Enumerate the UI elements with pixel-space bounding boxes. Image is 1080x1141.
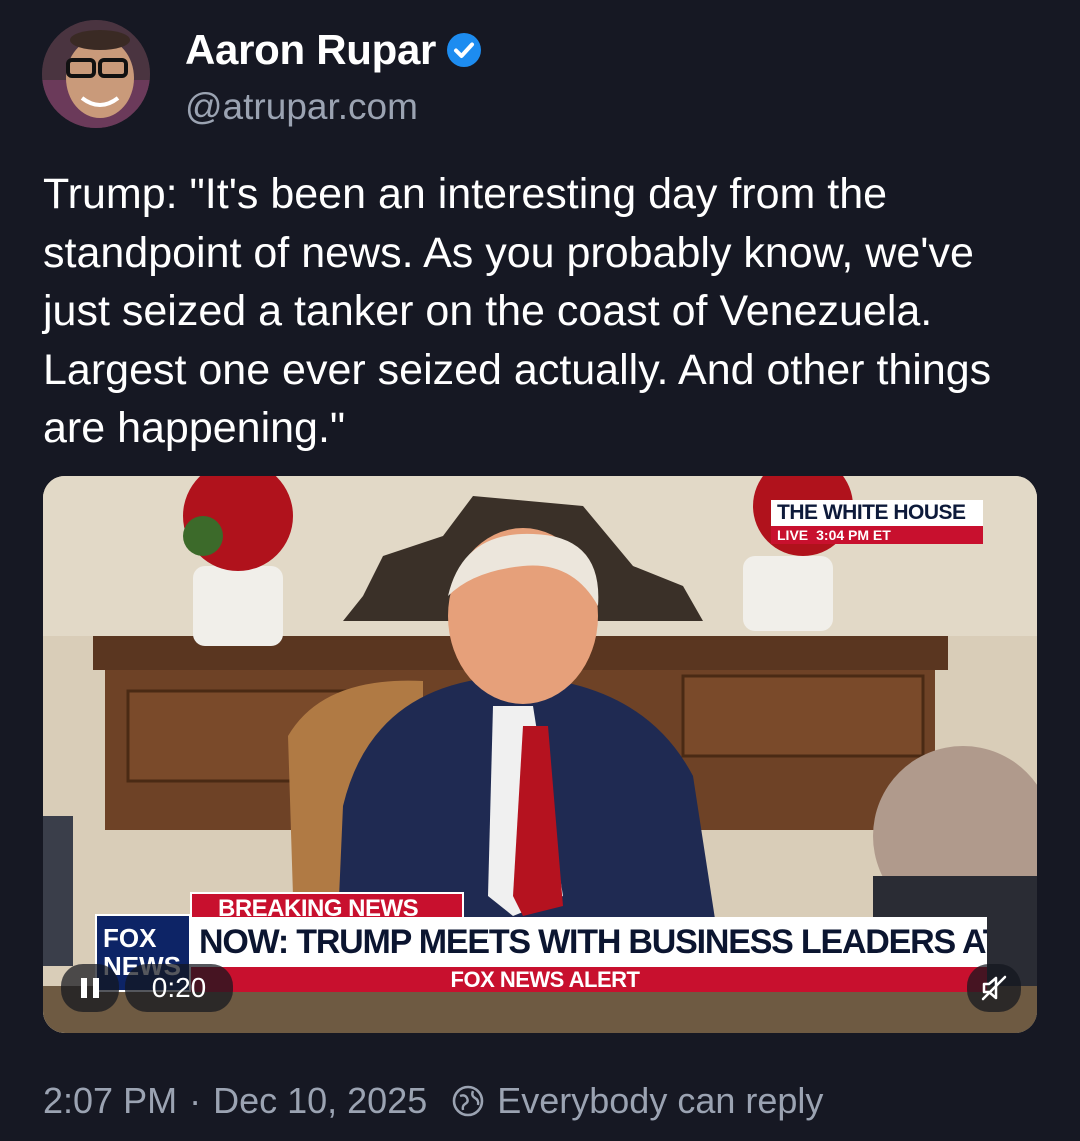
mute-button[interactable] [967,964,1021,1012]
video-player[interactable]: THE WHITE HOUSE LIVE 3:04 PM ET BREAKING… [43,476,1037,1033]
pause-button[interactable] [61,964,119,1012]
muted-speaker-icon [981,975,1007,1001]
reply-setting-label: Everybody can reply [497,1080,824,1121]
pause-icon [81,978,99,998]
author-name[interactable]: Aaron Rupar [185,26,436,74]
post-footer: 2:07 PM · Dec 10, 2025 Everybody can rep… [43,1080,823,1122]
author-info: Aaron Rupar @atrupar.com [185,24,482,128]
video-timer: 0:20 [125,964,233,1012]
avatar-photo [42,20,150,128]
author-handle[interactable]: @atrupar.com [185,86,482,128]
broadcast-location: THE WHITE HOUSE [771,500,983,526]
post-text: Trump: "It's been an interesting day fro… [43,170,992,452]
verified-check-icon [447,33,482,67]
news-headline: NOW: TRUMP MEETS WITH BUSINESS LEADERS A… [103,917,987,967]
author-avatar[interactable] [42,20,150,128]
broadcast-location-bug: THE WHITE HOUSE LIVE 3:04 PM ET [771,500,983,544]
post-time[interactable]: 2:07 PM [43,1080,177,1122]
globe-icon [452,1085,484,1117]
broadcast-time: 3:04 PM ET [816,527,891,543]
footer-separator: · [189,1080,202,1121]
news-alert-bar: FOX NEWS ALERT [103,967,987,992]
broadcast-live-bar: LIVE 3:04 PM ET [771,526,983,544]
reply-setting[interactable]: Everybody can reply [451,1080,823,1122]
live-label: LIVE [777,527,809,543]
author-name-row: Aaron Rupar [185,24,482,76]
post-date[interactable]: Dec 10, 2025 [213,1080,427,1122]
